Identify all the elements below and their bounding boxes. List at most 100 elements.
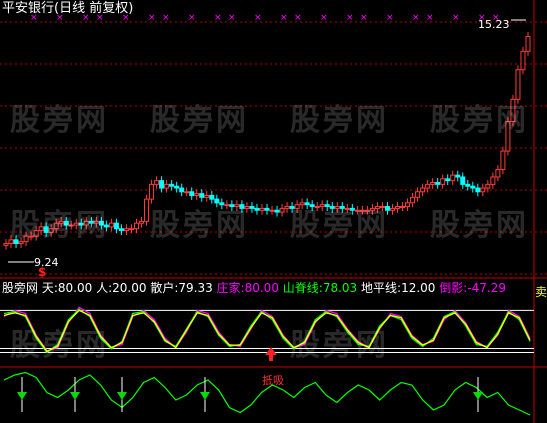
candle-body xyxy=(525,35,531,52)
signal-mark: × xyxy=(188,13,196,23)
candle-body xyxy=(139,220,145,224)
signal-mark: × xyxy=(254,13,262,23)
candle-body xyxy=(425,183,431,189)
candle-body xyxy=(13,239,19,245)
bottom-label: 抵吸 xyxy=(262,373,284,387)
candle-body xyxy=(113,222,119,230)
candle-body xyxy=(445,178,451,182)
candle-body xyxy=(389,207,395,211)
candle-body xyxy=(475,187,481,193)
candle-body xyxy=(169,183,175,187)
down-arrow xyxy=(117,392,127,400)
candle-body xyxy=(194,193,200,196)
candle-body xyxy=(410,196,416,204)
candle-body xyxy=(144,198,150,222)
candle-body xyxy=(334,206,340,209)
candle-body xyxy=(38,226,44,232)
signal-mark: × xyxy=(386,13,394,23)
candle-body xyxy=(470,185,476,189)
candle-body xyxy=(374,206,380,209)
signal-mark: × xyxy=(492,13,500,23)
candle-body xyxy=(430,182,436,185)
candle-body xyxy=(319,204,325,208)
candle-body xyxy=(309,204,315,208)
candle-body xyxy=(23,235,29,243)
candle-body xyxy=(18,241,24,245)
info-value-sanhu: 79.33 xyxy=(178,281,213,295)
candle-body xyxy=(134,222,139,230)
candle-body xyxy=(118,228,124,232)
candle-body xyxy=(98,220,104,226)
info-value-daoying: -47.29 xyxy=(467,281,506,295)
candle-body xyxy=(294,204,300,209)
candle-body xyxy=(359,209,365,212)
candle-body xyxy=(460,176,466,185)
down-arrow xyxy=(473,392,483,400)
buy-arrow xyxy=(269,355,273,361)
candle-body xyxy=(254,207,260,211)
candle-body xyxy=(384,206,390,211)
candle-body xyxy=(505,121,511,152)
signal-mark: × xyxy=(346,13,354,23)
candle-body xyxy=(369,207,375,211)
candle-body xyxy=(48,228,54,233)
candle-body xyxy=(415,191,421,198)
candle-body xyxy=(229,204,235,208)
candlestick-series xyxy=(3,32,531,250)
candle-body xyxy=(103,224,109,228)
signal-mark: × xyxy=(162,13,170,23)
sell-marker: 卖 xyxy=(535,285,547,299)
indicator-info-bar: 股旁网 天:80.00 人:20.00 散户:79.33 庄家:80.00 山脊… xyxy=(2,280,506,296)
candle-body xyxy=(440,178,446,185)
info-value-dipingxian: 12.00 xyxy=(401,281,436,295)
info-value-shanji: 78.03 xyxy=(322,281,358,295)
candle-body xyxy=(68,224,74,227)
buy-marker: $ xyxy=(38,265,46,279)
bottom-indicator-panel: 抵吸 xyxy=(3,371,531,416)
candle-body xyxy=(379,206,385,209)
candle-body xyxy=(199,193,205,198)
candle-body xyxy=(73,222,79,226)
info-label-tian: 天: xyxy=(41,281,58,295)
candle-body xyxy=(28,235,34,238)
signal-mark: × xyxy=(280,13,288,23)
chart-title: 平安银行(日线 前复权) xyxy=(2,1,134,16)
signal-mark: × xyxy=(360,13,368,23)
candle-body xyxy=(284,206,290,209)
candle-body xyxy=(204,194,210,198)
candle-body xyxy=(43,226,49,233)
candle-body xyxy=(520,50,526,71)
candle-body xyxy=(159,180,165,189)
candle-body xyxy=(78,222,84,226)
signal-mark: × xyxy=(478,13,486,23)
candle-body xyxy=(239,204,245,209)
candle-body xyxy=(259,207,265,211)
oscillator-panel xyxy=(0,306,534,361)
candle-body xyxy=(184,191,190,194)
candle-body xyxy=(3,243,9,246)
down-arrow xyxy=(200,392,210,400)
candle-body xyxy=(450,174,456,182)
candle-body xyxy=(269,209,275,212)
candle-body xyxy=(63,220,69,226)
candle-body xyxy=(329,206,335,209)
signal-mark: × xyxy=(148,13,156,23)
candle-body xyxy=(495,169,501,178)
candle-body xyxy=(405,202,411,208)
down-arrow xyxy=(17,392,27,400)
candle-body xyxy=(299,202,305,206)
candle-body xyxy=(435,182,441,185)
candle-body xyxy=(83,220,89,226)
info-label-sanhu: 散户: xyxy=(150,281,179,295)
info-label-ren: 人: xyxy=(96,281,113,295)
info-value-tian: 80.00 xyxy=(57,281,93,295)
candle-body xyxy=(339,206,345,209)
info-value-zhuangjia: 80.00 xyxy=(244,281,279,295)
candle-body xyxy=(344,207,350,210)
signal-mark: × xyxy=(320,13,328,23)
candle-body xyxy=(465,183,471,187)
candle-body xyxy=(234,204,240,208)
candle-body xyxy=(289,206,295,209)
candle-body xyxy=(485,183,491,189)
signal-mark: × xyxy=(412,13,420,23)
